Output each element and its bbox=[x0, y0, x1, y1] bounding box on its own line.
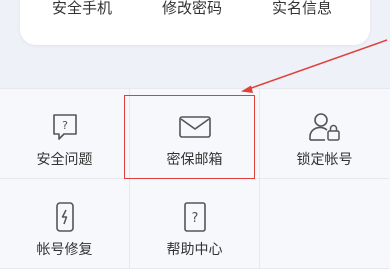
svg-text:?: ? bbox=[62, 119, 68, 132]
grid-item-label: 安全问题 bbox=[36, 152, 93, 168]
grid-item-label: 帮助中心 bbox=[166, 242, 223, 258]
svg-text:?: ? bbox=[191, 211, 198, 226]
change-password-link[interactable]: 修改密码 bbox=[162, 0, 222, 18]
security-options-grid: ? 安全问题 密保邮箱 锁定帐号 帐号修复 ? 帮助中心 bbox=[0, 88, 390, 269]
grid-item-empty bbox=[260, 179, 389, 269]
grid-item-label: 锁定帐号 bbox=[296, 152, 353, 168]
question-card-icon: ? bbox=[48, 111, 82, 143]
grid-item-account-repair[interactable]: 帐号修复 bbox=[0, 179, 130, 269]
grid-item-lock-account[interactable]: 锁定帐号 bbox=[260, 89, 389, 179]
grid-item-security-question[interactable]: ? 安全问题 bbox=[0, 89, 130, 179]
help-question-icon: ? bbox=[178, 201, 212, 233]
phone-repair-icon bbox=[48, 201, 82, 233]
grid-item-help-center[interactable]: ? 帮助中心 bbox=[130, 179, 260, 269]
account-links-card: 安全手机 修改密码 实名信息 bbox=[20, 0, 370, 45]
real-name-info-link[interactable]: 实名信息 bbox=[272, 0, 332, 18]
user-lock-icon bbox=[308, 111, 342, 143]
grid-item-label: 密保邮箱 bbox=[166, 152, 223, 168]
grid-item-label: 帐号修复 bbox=[36, 242, 93, 258]
grid-item-security-email[interactable]: 密保邮箱 bbox=[130, 89, 260, 179]
security-phone-link[interactable]: 安全手机 bbox=[52, 0, 112, 18]
envelope-icon bbox=[178, 111, 212, 143]
